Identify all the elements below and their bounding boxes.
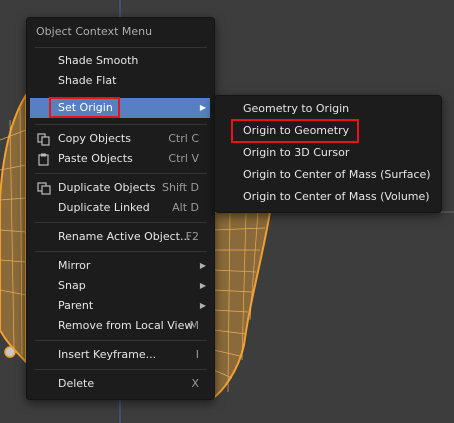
menu-title: Object Context Menu — [36, 25, 153, 38]
menu-item-label: Paste Objects — [58, 152, 133, 165]
submenu-arrow-icon: ▶ — [199, 301, 206, 310]
menu-item-label: Shade Flat — [58, 74, 117, 87]
menu-item-label: Duplicate Objects — [58, 181, 156, 194]
shortcut-label: Ctrl V — [168, 152, 199, 165]
menu-separator — [35, 340, 207, 341]
highlight-origin-to-geometry — [231, 119, 359, 143]
menu-separator — [35, 251, 207, 252]
menu-item-label: Remove from Local View — [58, 319, 194, 332]
menu-separator — [35, 124, 207, 125]
menu-separator — [35, 369, 207, 370]
submenu-item-label: Geometry to Origin — [243, 102, 350, 115]
menu-item-label: Parent — [58, 299, 94, 312]
shortcut-label: M — [189, 319, 200, 332]
menu-item-copy-objects[interactable]: Copy Objects Ctrl C — [30, 129, 210, 149]
menu-item-duplicate-linked[interactable]: Duplicate Linked Alt D — [30, 198, 210, 218]
set-origin-submenu: Geometry to Origin Origin to Geometry Or… — [214, 95, 442, 213]
menu-item-insert-keyframe[interactable]: Insert Keyframe... I — [30, 345, 210, 365]
shortcut-label: Ctrl C — [168, 132, 199, 145]
menu-separator — [35, 222, 207, 223]
submenu-item-geometry-to-origin[interactable]: Geometry to Origin — [217, 98, 439, 120]
paste-icon — [38, 153, 49, 166]
submenu-item-label: Origin to Center of Mass (Volume) — [243, 190, 430, 203]
menu-item-remove-from-local-view[interactable]: Remove from Local View M — [30, 316, 210, 336]
menu-item-shade-flat[interactable]: Shade Flat — [30, 71, 210, 91]
menu-item-label: Shade Smooth — [58, 54, 139, 67]
submenu-item-origin-to-center-of-mass-surface[interactable]: Origin to Center of Mass (Surface) — [217, 164, 439, 186]
menu-item-rename-active-object[interactable]: Rename Active Object... F2 — [30, 227, 210, 247]
menu-item-label: Snap — [58, 279, 86, 292]
shortcut-label: X — [191, 377, 199, 390]
object-context-menu: Object Context Menu Shade Smooth Shade F… — [26, 17, 215, 400]
menu-item-label: Duplicate Linked — [58, 201, 150, 214]
submenu-arrow-icon: ▶ — [199, 103, 206, 112]
shortcut-label: Alt D — [172, 201, 199, 214]
menu-item-paste-objects[interactable]: Paste Objects Ctrl V — [30, 149, 210, 169]
submenu-item-origin-to-3d-cursor[interactable]: Origin to 3D Cursor — [217, 142, 439, 164]
menu-item-label: Delete — [58, 377, 95, 390]
submenu-arrow-icon: ▶ — [199, 261, 206, 270]
menu-item-delete[interactable]: Delete X — [30, 374, 210, 394]
highlight-set-origin — [49, 97, 120, 118]
copy-icon — [37, 133, 50, 146]
menu-item-shade-smooth[interactable]: Shade Smooth — [30, 51, 210, 71]
menu-item-mirror[interactable]: Mirror ▶ — [30, 256, 210, 276]
menu-item-snap[interactable]: Snap ▶ — [30, 276, 210, 296]
submenu-item-label: Origin to Center of Mass (Surface) — [243, 168, 431, 181]
shortcut-label: I — [195, 348, 199, 361]
submenu-item-origin-to-center-of-mass-volume[interactable]: Origin to Center of Mass (Volume) — [217, 186, 439, 208]
menu-item-label: Mirror — [58, 259, 91, 272]
menu-item-label: Insert Keyframe... — [58, 348, 157, 361]
menu-item-duplicate-objects[interactable]: Duplicate Objects Shift D — [30, 178, 210, 198]
shortcut-label: Shift D — [162, 181, 199, 194]
menu-separator — [35, 47, 207, 48]
submenu-item-label: Origin to 3D Cursor — [243, 146, 350, 159]
menu-item-label: Rename Active Object... — [58, 230, 191, 243]
menu-separator — [35, 173, 207, 174]
menu-item-label: Copy Objects — [58, 132, 131, 145]
shortcut-label: F2 — [185, 230, 199, 243]
submenu-arrow-icon: ▶ — [199, 281, 206, 290]
duplicate-icon — [37, 182, 51, 195]
menu-item-parent[interactable]: Parent ▶ — [30, 296, 210, 316]
